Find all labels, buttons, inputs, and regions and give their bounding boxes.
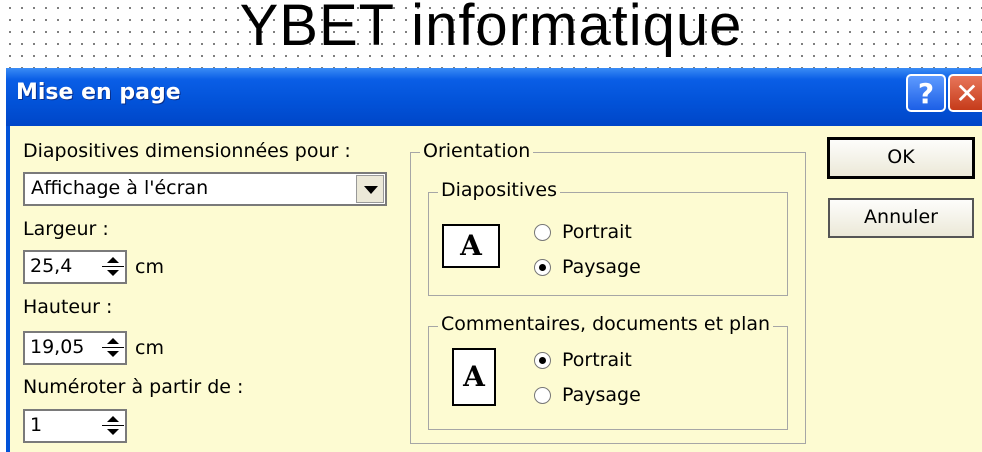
number-from-stepper[interactable]: 1: [23, 409, 127, 443]
width-unit: cm: [135, 256, 164, 278]
landscape-page-icon: A: [442, 224, 500, 268]
width-value: 25,4: [30, 255, 73, 277]
number-from-value: 1: [30, 414, 43, 436]
slide-size-select[interactable]: Affichage à l'écran: [23, 172, 387, 206]
height-stepper[interactable]: 19,05: [23, 331, 127, 365]
slides-landscape-radio[interactable]: [534, 259, 551, 276]
slides-orientation-label: Diapositives: [438, 179, 560, 201]
slide-title-text: YBET informatique: [239, 0, 743, 58]
slide-size-value: Affichage à l'écran: [31, 177, 209, 199]
dialog-title: Mise en page: [16, 80, 181, 105]
height-up-arrow-icon[interactable]: [102, 334, 124, 348]
width-stepper[interactable]: 25,4: [23, 250, 127, 284]
height-label: Hauteur :: [23, 296, 113, 318]
number-from-label: Numéroter à partir de :: [23, 376, 244, 398]
dialog-titlebar[interactable]: Mise en page ? ✕: [6, 68, 982, 126]
height-value: 19,05: [30, 336, 85, 358]
slide-size-label: Diapositives dimensionnées pour :: [23, 140, 351, 162]
page-setup-dialog: Mise en page ? ✕ Diapositives dimensionn…: [6, 68, 982, 452]
dialog-left-border: [6, 126, 10, 452]
close-button[interactable]: ✕: [948, 74, 982, 112]
number-down-arrow-icon[interactable]: [102, 426, 124, 440]
notes-landscape-label[interactable]: Paysage: [562, 384, 641, 406]
notes-landscape-radio[interactable]: [534, 387, 551, 404]
chevron-down-icon[interactable]: [356, 175, 384, 203]
number-up-arrow-icon[interactable]: [102, 412, 124, 426]
width-down-arrow-icon[interactable]: [102, 267, 124, 281]
notes-portrait-radio[interactable]: [534, 352, 551, 369]
orientation-label: Orientation: [420, 140, 534, 162]
help-button[interactable]: ?: [906, 74, 946, 112]
slides-portrait-label[interactable]: Portrait: [562, 221, 632, 243]
height-down-arrow-icon[interactable]: [102, 348, 124, 362]
notes-orientation-label: Commentaires, documents et plan: [438, 313, 774, 335]
slides-landscape-label[interactable]: Paysage: [562, 256, 641, 278]
width-label: Largeur :: [23, 218, 109, 240]
notes-portrait-label[interactable]: Portrait: [562, 349, 632, 371]
width-up-arrow-icon[interactable]: [102, 253, 124, 267]
height-unit: cm: [135, 337, 164, 359]
ok-button[interactable]: OK: [827, 137, 975, 179]
cancel-button[interactable]: Annuler: [828, 198, 974, 238]
portrait-page-icon: A: [452, 348, 496, 406]
slides-portrait-radio[interactable]: [534, 224, 551, 241]
